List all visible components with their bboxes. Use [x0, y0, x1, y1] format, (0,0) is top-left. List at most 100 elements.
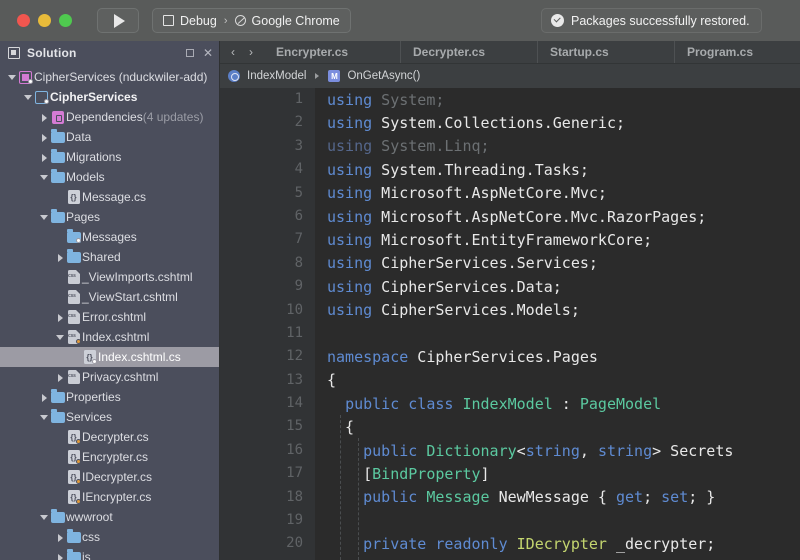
code-token: using	[327, 184, 373, 203]
code-token: Microsoft.AspNetCore.Mvc.RazorPages;	[372, 207, 707, 226]
cshtml-file-icon	[65, 270, 82, 284]
tree-item[interactable]: css	[0, 527, 220, 547]
chevron-right-icon[interactable]	[40, 113, 49, 122]
breadcrumb-class[interactable]: IndexModel	[247, 70, 306, 82]
code-line[interactable]: 13 {	[220, 368, 800, 393]
code-line[interactable]: 10 using CipherServices.Models;	[220, 298, 800, 322]
tree-item[interactable]: Properties	[0, 387, 220, 407]
code-line[interactable]: 15 {	[220, 415, 800, 439]
chevron-down-icon[interactable]	[40, 513, 49, 522]
tree-item[interactable]: {} Encrypter.cs	[0, 447, 220, 467]
tree-item[interactable]: Pages	[0, 207, 220, 227]
chevron-down-icon[interactable]	[40, 173, 49, 182]
tree-item[interactable]: _ViewImports.cshtml	[0, 267, 220, 287]
code-line[interactable]: 7 using Microsoft.EntityFrameworkCore;	[220, 228, 800, 252]
tree-item[interactable]: Models	[0, 167, 220, 187]
tree-item[interactable]: Services	[0, 407, 220, 427]
editor-tab[interactable]: Decrypter.cs	[401, 41, 538, 63]
chevron-right-icon[interactable]	[40, 153, 49, 162]
run-configuration-selector[interactable]: Debug › Google Chrome	[152, 8, 351, 33]
code-line[interactable]: 19	[220, 509, 800, 533]
close-panel-icon[interactable]: ✕	[203, 47, 213, 59]
tree-item[interactable]: {} IEncrypter.cs	[0, 487, 220, 507]
code-line-text: public Dictionary<string, string> Secret…	[315, 442, 733, 460]
solution-tree[interactable]: CipherServices (nduckwiler-add) CipherSer…	[0, 64, 220, 560]
chevron-down-icon[interactable]	[8, 73, 17, 82]
breadcrumb-member[interactable]: OnGetAsync()	[347, 70, 420, 82]
minimize-window-button[interactable]	[38, 14, 51, 27]
code-line[interactable]: 20 private readonly IDecrypter _decrypte…	[220, 532, 800, 556]
code-token: System.Linq;	[372, 137, 490, 156]
code-line[interactable]: 17 [BindProperty]	[220, 462, 800, 486]
chevron-down-icon[interactable]	[40, 213, 49, 222]
maximize-panel-icon[interactable]	[185, 48, 194, 57]
run-button[interactable]	[97, 8, 139, 33]
code-line[interactable]: 16 public Dictionary<string, string> Sec…	[220, 438, 800, 463]
tree-item[interactable]: {} Message.cs	[0, 187, 220, 207]
tree-item[interactable]: Dependencies (4 updates)	[0, 107, 220, 127]
chevron-down-icon[interactable]	[24, 93, 33, 102]
chevron-right-icon[interactable]	[56, 373, 65, 382]
code-line[interactable]: 11	[220, 321, 800, 346]
close-window-button[interactable]	[17, 14, 30, 27]
chevron-right-icon[interactable]	[40, 133, 49, 142]
tree-item[interactable]: {} Index.cshtml.cs	[0, 347, 220, 367]
code-token: using	[327, 137, 373, 156]
tree-item[interactable]: js	[0, 547, 220, 560]
tree-item[interactable]: _ViewStart.cshtml	[0, 287, 220, 307]
chevron-down-icon[interactable]	[56, 333, 65, 342]
code-token: :	[552, 394, 580, 413]
code-token: NewMessage {	[489, 488, 616, 507]
tree-item[interactable]: Messages	[0, 227, 220, 247]
code-line[interactable]: 14 public class IndexModel : PageModel	[220, 392, 800, 416]
panel-actions: ✕	[185, 47, 213, 59]
code-line[interactable]: 4 using System.Threading.Tasks;	[220, 158, 800, 182]
folder-icon	[65, 549, 82, 560]
csharp-file-icon: {}	[65, 430, 82, 444]
tree-item[interactable]: {} IDecrypter.cs	[0, 467, 220, 487]
code-line[interactable]: 1 using System;	[220, 88, 800, 112]
tree-item[interactable]: Index.cshtml	[0, 327, 220, 347]
tree-item[interactable]: Data	[0, 127, 220, 147]
code-line-text: using CipherServices.Services;	[315, 254, 598, 272]
tree-item[interactable]: {} Decrypter.cs	[0, 427, 220, 447]
code-line[interactable]: 3 using System.Linq;	[220, 134, 800, 159]
tree-item[interactable]: wwwroot	[0, 507, 220, 527]
tree-item[interactable]: CipherServices	[0, 87, 220, 107]
chevron-right-icon[interactable]	[56, 533, 65, 542]
code-line[interactable]: 8 using CipherServices.Services;	[220, 251, 800, 276]
tree-item[interactable]: Error.cshtml	[0, 307, 220, 327]
maximize-window-button[interactable]	[59, 14, 72, 27]
tab-back-button[interactable]: ‹	[231, 45, 235, 59]
cshtml-file-icon	[65, 330, 82, 344]
editor-tab[interactable]: Encrypter.cs	[264, 41, 401, 63]
code-line[interactable]: 9 using CipherServices.Data;	[220, 275, 800, 299]
tree-item-badge	[28, 78, 33, 84]
chevron-right-icon[interactable]	[56, 313, 65, 322]
tree-item[interactable]: Shared	[0, 247, 220, 267]
chevron-right-icon[interactable]	[56, 553, 65, 560]
code-token: CipherServices.Services;	[372, 254, 598, 273]
code-line[interactable]: 2 using System.Collections.Generic;	[220, 111, 800, 135]
code-line[interactable]: 5 using Microsoft.AspNetCore.Mvc;	[220, 181, 800, 205]
editor-tab[interactable]: Startup.cs	[538, 41, 675, 63]
tree-item[interactable]: Migrations	[0, 147, 220, 167]
status-badge[interactable]: Packages successfully restored.	[541, 8, 762, 33]
chevron-right-icon[interactable]	[40, 393, 49, 402]
code-line[interactable]: 21 private readonly IEncrypter _encrypte…	[220, 555, 800, 560]
tree-item[interactable]: Privacy.cshtml	[0, 367, 220, 387]
tree-item-label: _ViewStart.cshtml	[82, 290, 178, 304]
code-line[interactable]: 12 namespace CipherServices.Pages	[220, 345, 800, 369]
tree-item[interactable]: CipherServices (nduckwiler-add)	[0, 67, 220, 87]
chevron-right-icon[interactable]	[56, 253, 65, 262]
code-line[interactable]: 18 public Message NewMessage { get; set;…	[220, 485, 800, 510]
chevron-right-icon: ›	[223, 14, 228, 27]
editor-tab[interactable]: Program.cs	[675, 41, 800, 63]
tree-item-label: js	[82, 550, 91, 560]
chevron-down-icon[interactable]	[40, 413, 49, 422]
tab-forward-button[interactable]: ›	[249, 45, 253, 59]
code-editor[interactable]: 1 using System; 2 using System.Collections.…	[220, 88, 800, 560]
code-line[interactable]: 6 using Microsoft.AspNetCore.Mvc.RazorPag…	[220, 204, 800, 229]
